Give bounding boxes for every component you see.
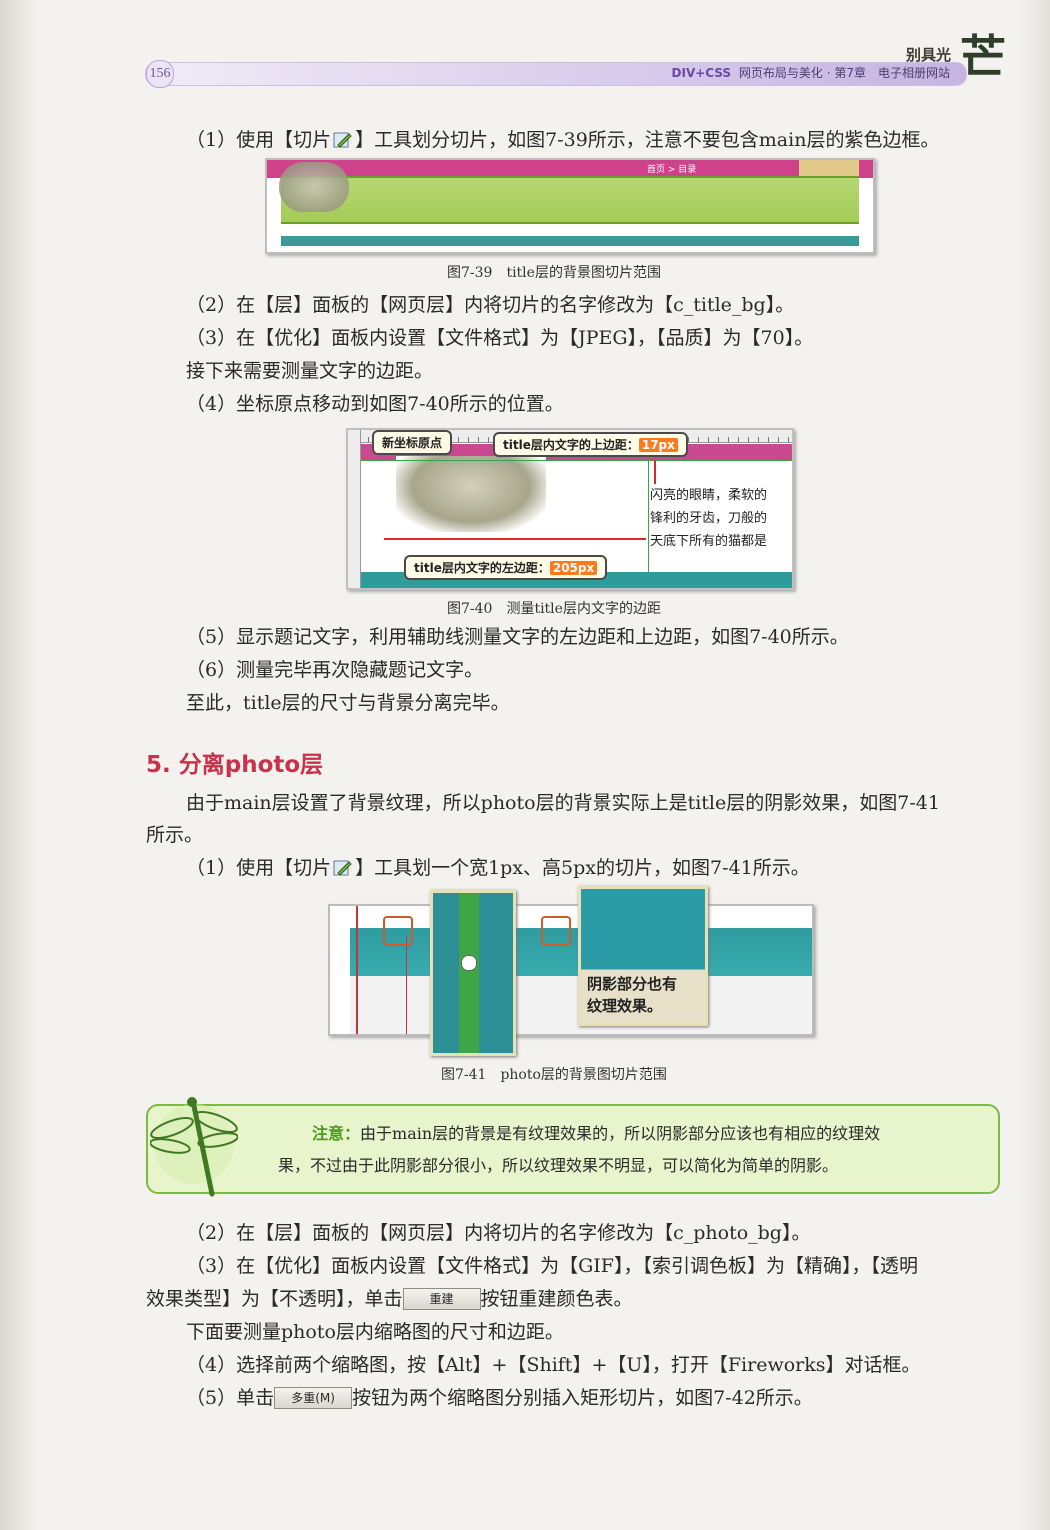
paragraph-measure: 接下来需要测量文字的边距。 xyxy=(186,360,434,382)
photo-step-3-text-b: 按钮重建颜色表。 xyxy=(480,1288,633,1310)
left-margin-arrow xyxy=(384,538,646,540)
photo-step-1-text-a: （1）使用【切片 xyxy=(186,857,332,879)
callout-left-margin: title层内文字的左边距： 205px xyxy=(404,555,608,580)
top-margin-arrow xyxy=(654,460,656,484)
slice-tool-icon xyxy=(333,860,352,876)
paragraph-photo-a: 由于main层设置了背景纹理，所以photo层的背景实际上是title层的阴影效… xyxy=(186,792,940,814)
paragraph-thumbnails: 下面要测量photo层内缩略图的尺寸和边距。 xyxy=(186,1321,564,1343)
zoom-text-line-1: 阴影部分也有 xyxy=(587,975,678,993)
vertical-ruler xyxy=(348,430,361,588)
fig39-cat-image xyxy=(279,162,349,212)
callout-top-label: title层内文字的上边距： xyxy=(503,438,639,452)
slice-tool-icon xyxy=(333,132,352,148)
figure-7-39-caption: 图7-39 title层的背景图切片范围 xyxy=(447,265,661,281)
photo-step-3-cont: 效果类型】为【不透明】，单击 重建 按钮重建颜色表。 xyxy=(146,1286,633,1312)
book-title: DIV+CSS xyxy=(671,66,732,80)
chapter-title: 网页布局与美化 · 第7章 电子相册网站 xyxy=(738,66,950,80)
fig39-title-slice xyxy=(281,176,859,224)
page-edge xyxy=(1020,0,1050,1530)
fig41-zoom-slice xyxy=(430,890,516,1056)
zoom-texture-text: 阴影部分也有 纹理效果。 xyxy=(587,973,677,1017)
fig41-slice-marker-1 xyxy=(383,916,413,946)
cat-text-line-3: 天底下所有的猫都是 xyxy=(650,534,768,549)
dragonfly-icon xyxy=(150,1097,238,1197)
fig41-zoom-texture: 阴影部分也有 纹理效果。 xyxy=(578,886,708,1026)
page-gutter xyxy=(0,0,40,1530)
note-line-1: 注意：由于main层的背景是有纹理效果的，所以阴影部分应该也有相应的纹理效 xyxy=(312,1122,880,1146)
fig40-guide-horizontal xyxy=(360,460,792,461)
figure-7-39: 首页 > 目录 xyxy=(265,158,875,254)
zoom-slice-strip xyxy=(459,893,479,1053)
photo-step-5-text-a: （5）单击 xyxy=(186,1387,275,1409)
paragraph-photo-b: 所示。 xyxy=(146,824,204,846)
note-text-1: 由于main层的背景是有纹理效果的，所以阴影部分应该也有相应的纹理效 xyxy=(360,1124,881,1143)
step-4: （4）坐标原点移动到如图7-40所示的位置。 xyxy=(186,393,564,415)
rebuild-button[interactable]: 重建 xyxy=(402,1288,481,1310)
photo-step-5: （5）单击 多重(M) 按钮为两个缩略图分别插入矩形切片，如图7-42所示。 xyxy=(186,1385,813,1411)
callout-new-origin: 新坐标原点 xyxy=(372,430,453,455)
page-number: 156 xyxy=(146,60,174,88)
running-header: DIV+CSS 网页布局与美化 · 第7章 电子相册网站 xyxy=(672,64,950,81)
step-1-text-b: 】工具划分切片，如图7-39所示，注意不要包含main层的紫色边框。 xyxy=(355,129,940,151)
fig39-breadcrumb: 首页 > 目录 xyxy=(647,165,697,175)
note-box: 注意：由于main层的背景是有纹理效果的，所以阴影部分应该也有相应的纹理效 果，… xyxy=(146,1104,1000,1194)
brand-logo: 芒 xyxy=(960,30,1006,84)
photo-step-1-text-b: 】工具划一个宽1px、高5px的切片，如图7-41所示。 xyxy=(355,857,810,879)
step-3: （3）在【优化】面板内设置【文件格式】为【JPEG】，【品质】为【70】。 xyxy=(186,327,814,349)
fig40-cat-text: 闪亮的眼睛，柔软的 锋利的牙齿，刀般的 天底下所有的猫都是 xyxy=(650,484,767,553)
fig41-slice-marker-2 xyxy=(541,916,571,946)
callout-left-value: 205px xyxy=(549,561,598,575)
photo-step-1: （1）使用【切片 】工具划一个宽1px、高5px的切片，如图7-41所示。 xyxy=(186,855,810,881)
photo-step-2: （2）在【层】面板的【网页层】内将切片的名字修改为【c_photo_bg】。 xyxy=(186,1222,811,1244)
section-heading: 5. 分离photo层 xyxy=(146,752,324,778)
fig39-bottom-strip xyxy=(281,236,859,246)
note-label: 注意： xyxy=(312,1124,361,1143)
callout-top-value: 17px xyxy=(638,438,678,452)
photo-step-4: （4）选择前两个缩略图，按【Alt】+【Shift】+【U】，打开【Firewo… xyxy=(186,1354,921,1376)
photo-step-3-text-a: 效果类型】为【不透明】，单击 xyxy=(146,1288,403,1310)
callout-top-margin: title层内文字的上边距： 17px xyxy=(493,432,688,457)
step-1-text-a: （1）使用【切片 xyxy=(186,129,332,151)
fig41-guide-red xyxy=(356,906,358,1034)
photo-step-5-text-b: 按钮为两个缩略图分别插入矩形切片，如图7-42所示。 xyxy=(352,1387,813,1409)
step-2: （2）在【层】面板的【网页层】内将切片的名字修改为【c_title_bg】。 xyxy=(186,294,795,316)
fig41-guide-red-2 xyxy=(406,936,407,1034)
paragraph-done: 至此，title层的尺寸与背景分离完毕。 xyxy=(186,692,510,714)
crosshair-icon xyxy=(461,955,477,971)
fig40-guide-vertical xyxy=(648,444,649,572)
step-5: （5）显示题记文字，利用辅助线测量文字的左边距和上边距，如图7-40所示。 xyxy=(186,626,849,648)
brand-text: 别具光 xyxy=(906,46,952,64)
step-1: （1）使用【切片 】工具划分切片，如图7-39所示，注意不要包含main层的紫色边… xyxy=(186,127,939,153)
multiple-button[interactable]: 多重(M) xyxy=(274,1387,353,1409)
cat-text-line-1: 闪亮的眼睛，柔软的 xyxy=(650,488,768,503)
zoom-text-line-2: 纹理效果。 xyxy=(587,997,663,1015)
cat-text-line-2: 锋利的牙齿，刀般的 xyxy=(650,511,768,526)
note-line-2: 果，不过由于此阴影部分很小，所以纹理效果不明显，可以简化为简单的阴影。 xyxy=(278,1156,839,1175)
callout-left-label: title层内文字的左边距： xyxy=(414,561,550,575)
photo-step-3: （3）在【优化】面板内设置【文件格式】为【GIF】，【索引调色板】为【精确】，【… xyxy=(186,1255,918,1277)
figure-7-41-caption: 图7-41 photo层的背景图切片范围 xyxy=(441,1067,667,1083)
figure-7-40-caption: 图7-40 测量title层内文字的边距 xyxy=(447,601,661,617)
step-6: （6）测量完毕再次隐藏题记文字。 xyxy=(186,659,484,681)
fig40-cat-image xyxy=(396,456,546,532)
